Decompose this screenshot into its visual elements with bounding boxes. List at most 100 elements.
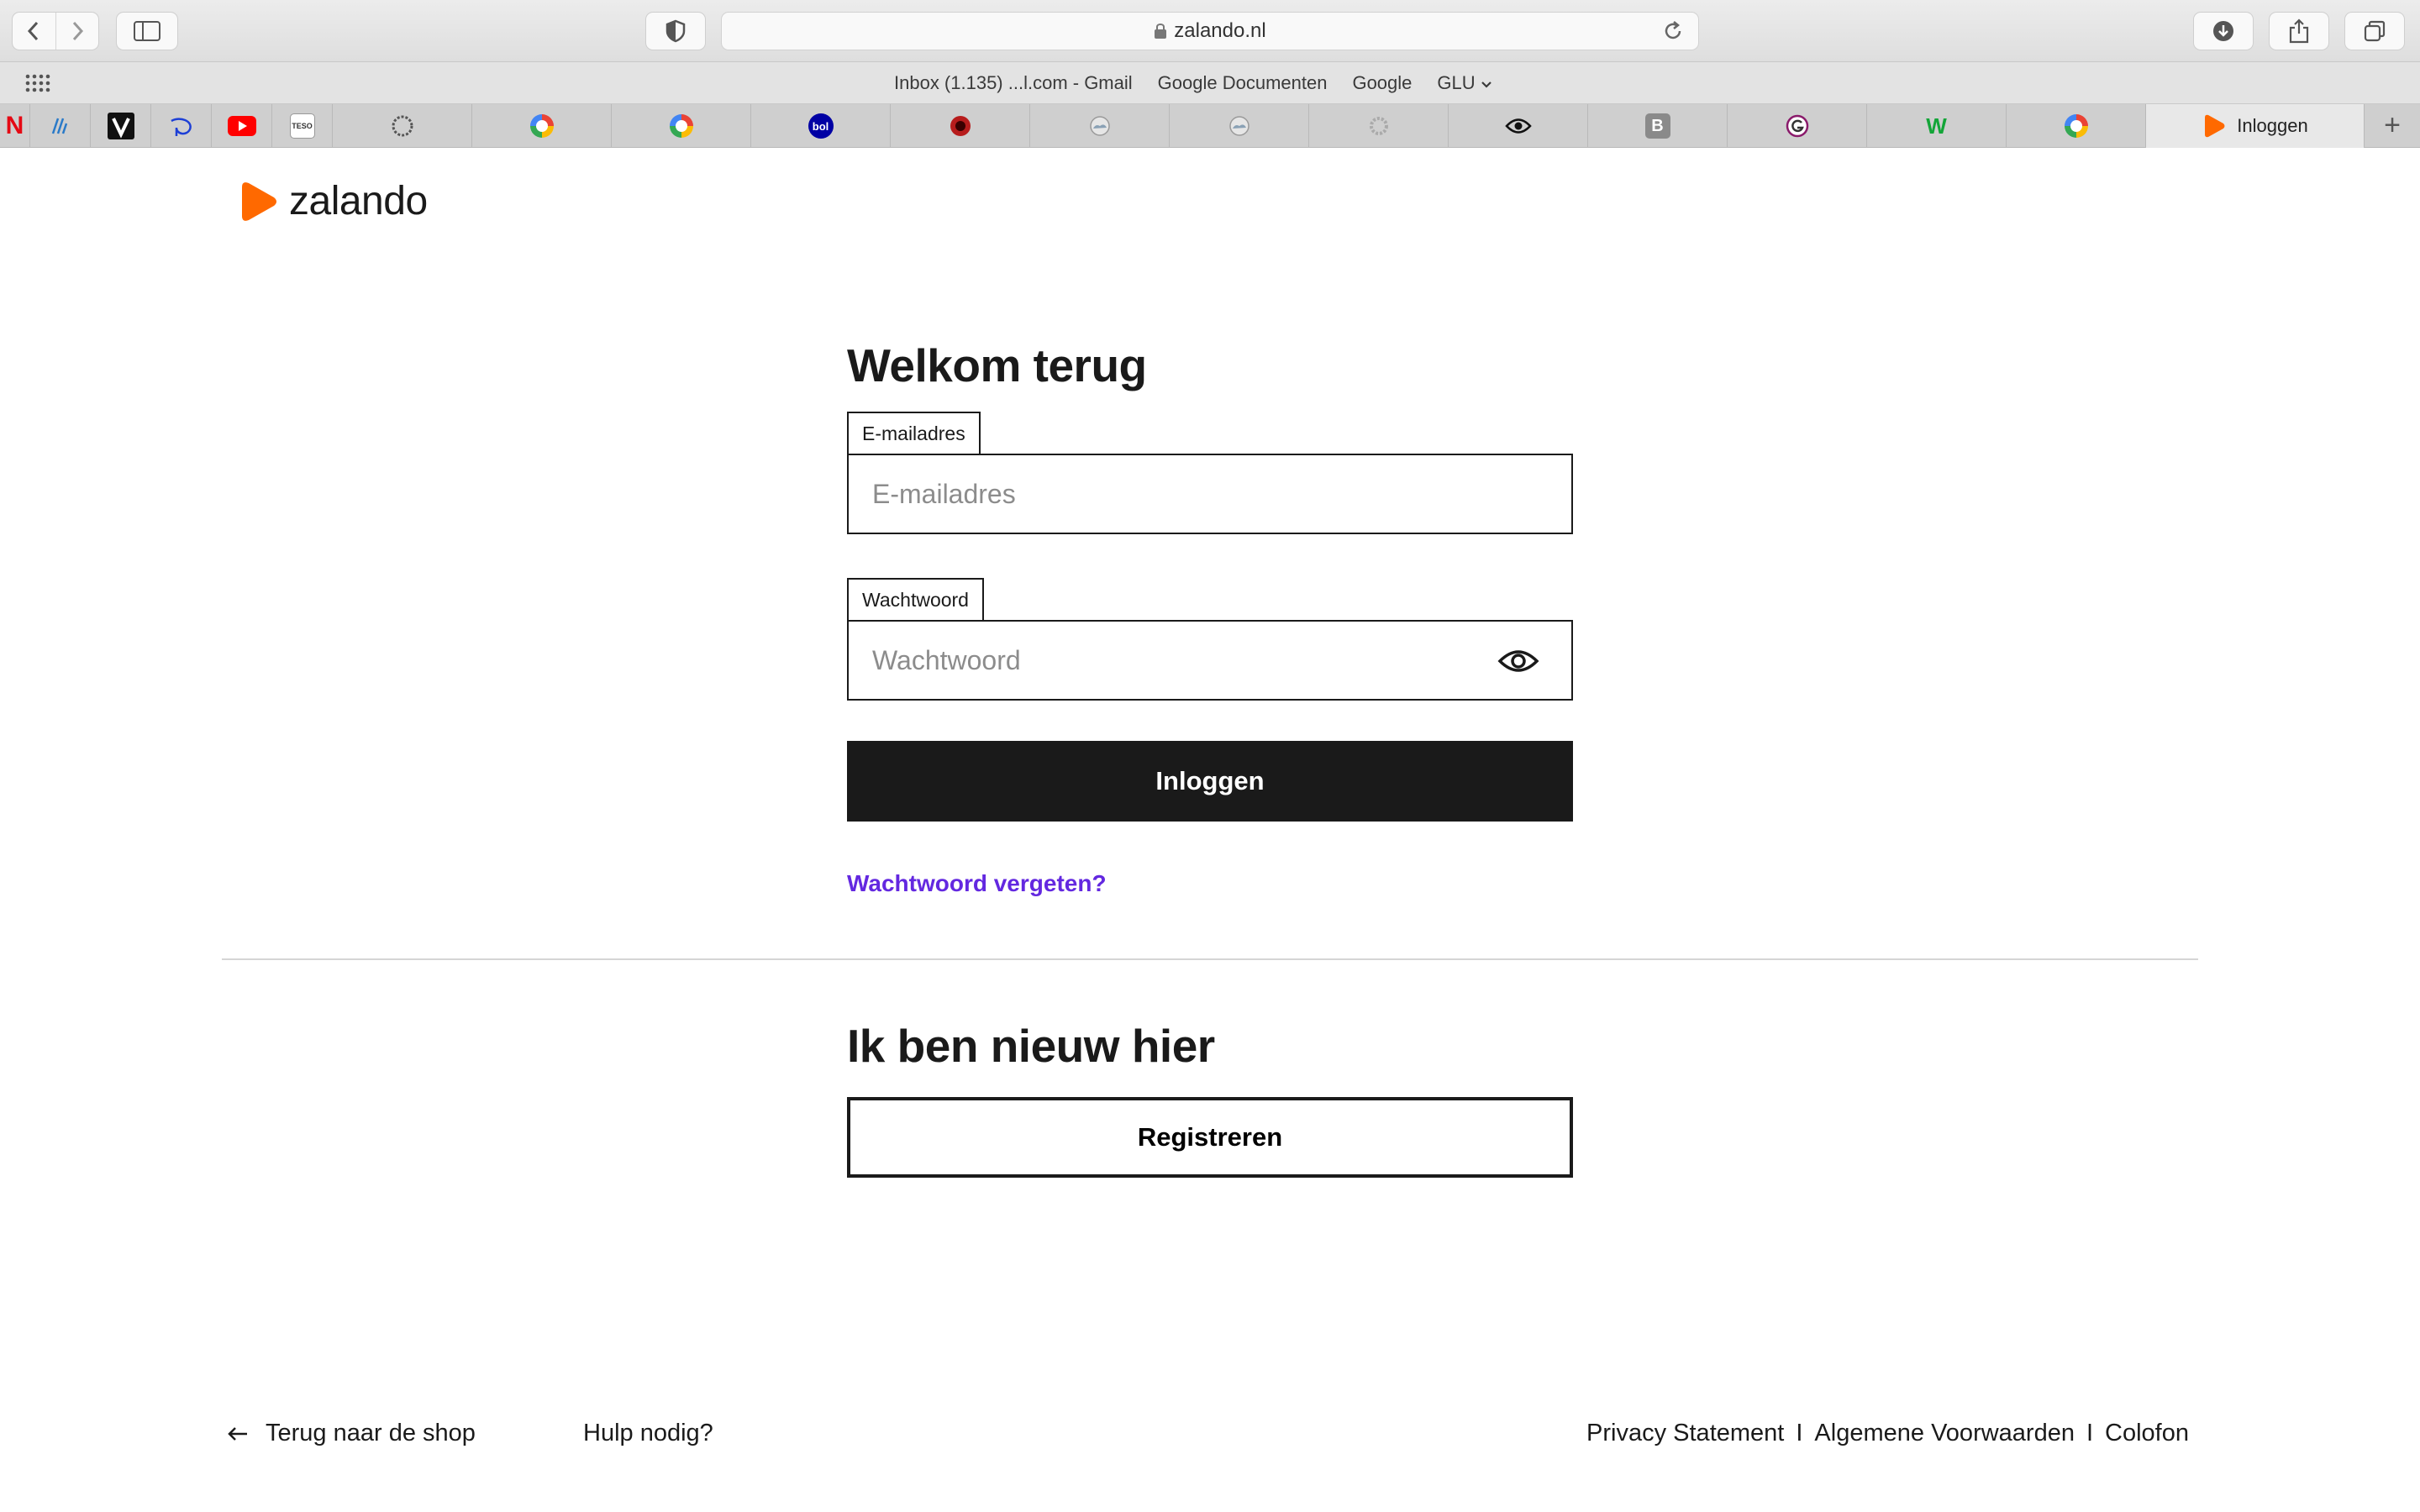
browser-toolbar: zalando.nl bbox=[0, 0, 2420, 62]
footer: Terug naar de shop Hulp nodig? Privacy S… bbox=[0, 1420, 2420, 1462]
lock-icon bbox=[1155, 24, 1167, 39]
tab-weather-2[interactable] bbox=[1170, 104, 1309, 148]
pinned-tab-wifi[interactable] bbox=[30, 104, 91, 148]
help-link[interactable]: Hulp nodig? bbox=[583, 1420, 713, 1447]
tab-g-circle[interactable] bbox=[1728, 104, 1867, 148]
downloads-button[interactable] bbox=[2193, 12, 2254, 50]
favorite-google-docs[interactable]: Google Documenten bbox=[1158, 72, 1328, 94]
zalando-flag-icon bbox=[242, 181, 276, 221]
chevron-right-icon bbox=[72, 21, 83, 41]
email-field-container bbox=[847, 454, 1573, 534]
netflix-icon: N bbox=[5, 112, 24, 139]
reload-icon[interactable] bbox=[1661, 19, 1685, 43]
forgot-password-link[interactable]: Wachtwoord vergeten? bbox=[847, 870, 1107, 896]
password-field[interactable] bbox=[872, 644, 1460, 676]
section-divider bbox=[222, 958, 2198, 960]
tab-gear[interactable] bbox=[1309, 104, 1449, 148]
cloud-icon bbox=[1089, 116, 1110, 136]
v-logo-icon bbox=[107, 113, 134, 139]
login-title: Welkom terug bbox=[847, 339, 1147, 391]
tab-strip: N TESO bol B W Inloggen + bbox=[0, 104, 2420, 148]
active-tab-inloggen[interactable]: Inloggen bbox=[2146, 104, 2365, 148]
tab-red-circle[interactable] bbox=[891, 104, 1030, 148]
password-label: Wachtwoord bbox=[847, 578, 984, 620]
tab-google-1[interactable] bbox=[472, 104, 612, 148]
teso-icon: TESO bbox=[289, 113, 315, 139]
sidebar-toggle-button[interactable] bbox=[116, 12, 178, 50]
colofon-link[interactable]: Colofon bbox=[2105, 1420, 2189, 1447]
footer-separator: I bbox=[2086, 1420, 2094, 1446]
nav-buttons bbox=[12, 12, 99, 50]
tab-w[interactable]: W bbox=[1867, 104, 2007, 148]
pinned-tab-teso[interactable]: TESO bbox=[272, 104, 333, 148]
active-tab-title: Inloggen bbox=[2237, 115, 2308, 136]
email-field[interactable] bbox=[872, 478, 1460, 510]
tab-badge[interactable] bbox=[333, 104, 472, 148]
forward-button[interactable] bbox=[55, 13, 99, 50]
gear-icon bbox=[1369, 117, 1388, 135]
login-form: Welkom terug E-mailadres Wachtwoord Inlo… bbox=[847, 336, 1573, 897]
youtube-icon bbox=[227, 116, 256, 136]
tab-overview-button[interactable] bbox=[2344, 12, 2405, 50]
shield-icon bbox=[666, 19, 686, 43]
login-button[interactable]: Inloggen bbox=[847, 741, 1573, 822]
register-title: Ik ben nieuw hier bbox=[847, 1020, 1215, 1072]
google-icon bbox=[2064, 114, 2088, 138]
zalando-tab-icon bbox=[2205, 114, 2225, 138]
b-icon: B bbox=[1644, 113, 1670, 139]
favorite-glu-folder[interactable]: GLU bbox=[1437, 72, 1491, 94]
show-password-icon[interactable] bbox=[1497, 647, 1539, 675]
share-button[interactable] bbox=[2269, 12, 2329, 50]
favorite-google[interactable]: Google bbox=[1352, 72, 1412, 94]
grid-icon[interactable] bbox=[25, 74, 52, 92]
signal-icon bbox=[51, 118, 67, 134]
badge-icon bbox=[392, 115, 413, 137]
tab-google-3[interactable] bbox=[2007, 104, 2146, 148]
email-label: E-mailadres bbox=[847, 412, 981, 454]
password-field-container bbox=[847, 620, 1573, 701]
eye-icon bbox=[1504, 118, 1532, 134]
sidebar-icon bbox=[134, 21, 160, 41]
url-text: zalando.nl bbox=[1174, 19, 1266, 42]
tab-b[interactable]: B bbox=[1588, 104, 1728, 148]
google-icon bbox=[669, 114, 693, 138]
register-button[interactable]: Registreren bbox=[847, 1097, 1573, 1178]
back-to-shop-label: Terug naar de shop bbox=[266, 1420, 476, 1446]
back-to-shop-link[interactable]: Terug naar de shop bbox=[227, 1420, 476, 1447]
zalando-logo[interactable]: zalando bbox=[237, 178, 428, 224]
address-bar[interactable]: zalando.nl bbox=[721, 12, 1699, 50]
tab-google-2[interactable] bbox=[612, 104, 751, 148]
share-icon bbox=[2289, 18, 2309, 44]
pinned-tab-disney[interactable] bbox=[151, 104, 212, 148]
disney-icon bbox=[170, 118, 192, 136]
favorite-gmail[interactable]: Inbox (1.135) ...l.com - Gmail bbox=[894, 72, 1133, 94]
pinned-tab-v[interactable] bbox=[91, 104, 151, 148]
cloud-icon bbox=[1228, 116, 1249, 136]
footer-separator: I bbox=[1796, 1420, 1803, 1446]
google-icon bbox=[529, 114, 554, 138]
new-tab-button[interactable]: + bbox=[2365, 104, 2420, 147]
terms-link[interactable]: Algemene Voorwaarden bbox=[1814, 1420, 2075, 1447]
pinned-tab-youtube[interactable] bbox=[212, 104, 272, 148]
favorites-bar: Inbox (1.135) ...l.com - Gmail Google Do… bbox=[0, 62, 2420, 104]
footer-legal-links: Privacy Statement I Algemene Voorwaarden… bbox=[1586, 1420, 2189, 1447]
privacy-statement-link[interactable]: Privacy Statement bbox=[1586, 1420, 1784, 1447]
privacy-shield-button[interactable] bbox=[645, 12, 706, 50]
pinned-tab-netflix[interactable]: N bbox=[0, 104, 30, 148]
logo-text: zalando bbox=[289, 179, 428, 223]
tab-eye[interactable] bbox=[1449, 104, 1588, 148]
tab-bol[interactable]: bol bbox=[751, 104, 891, 148]
w-icon: W bbox=[1926, 113, 1947, 139]
chevron-left-icon bbox=[28, 21, 39, 41]
register-section: Ik ben nieuw hier Registreren bbox=[847, 1016, 1573, 1178]
chevron-down-icon bbox=[1481, 81, 1491, 88]
bol-icon: bol bbox=[808, 113, 834, 139]
tabs-icon bbox=[2364, 20, 2386, 42]
plus-icon: + bbox=[2384, 109, 2401, 141]
back-button[interactable] bbox=[13, 13, 55, 50]
arrow-left-icon bbox=[228, 1426, 247, 1441]
download-icon bbox=[2213, 21, 2233, 41]
tab-weather-1[interactable] bbox=[1030, 104, 1170, 148]
red-circle-icon bbox=[950, 116, 971, 136]
g-circle-icon bbox=[1786, 114, 1808, 138]
